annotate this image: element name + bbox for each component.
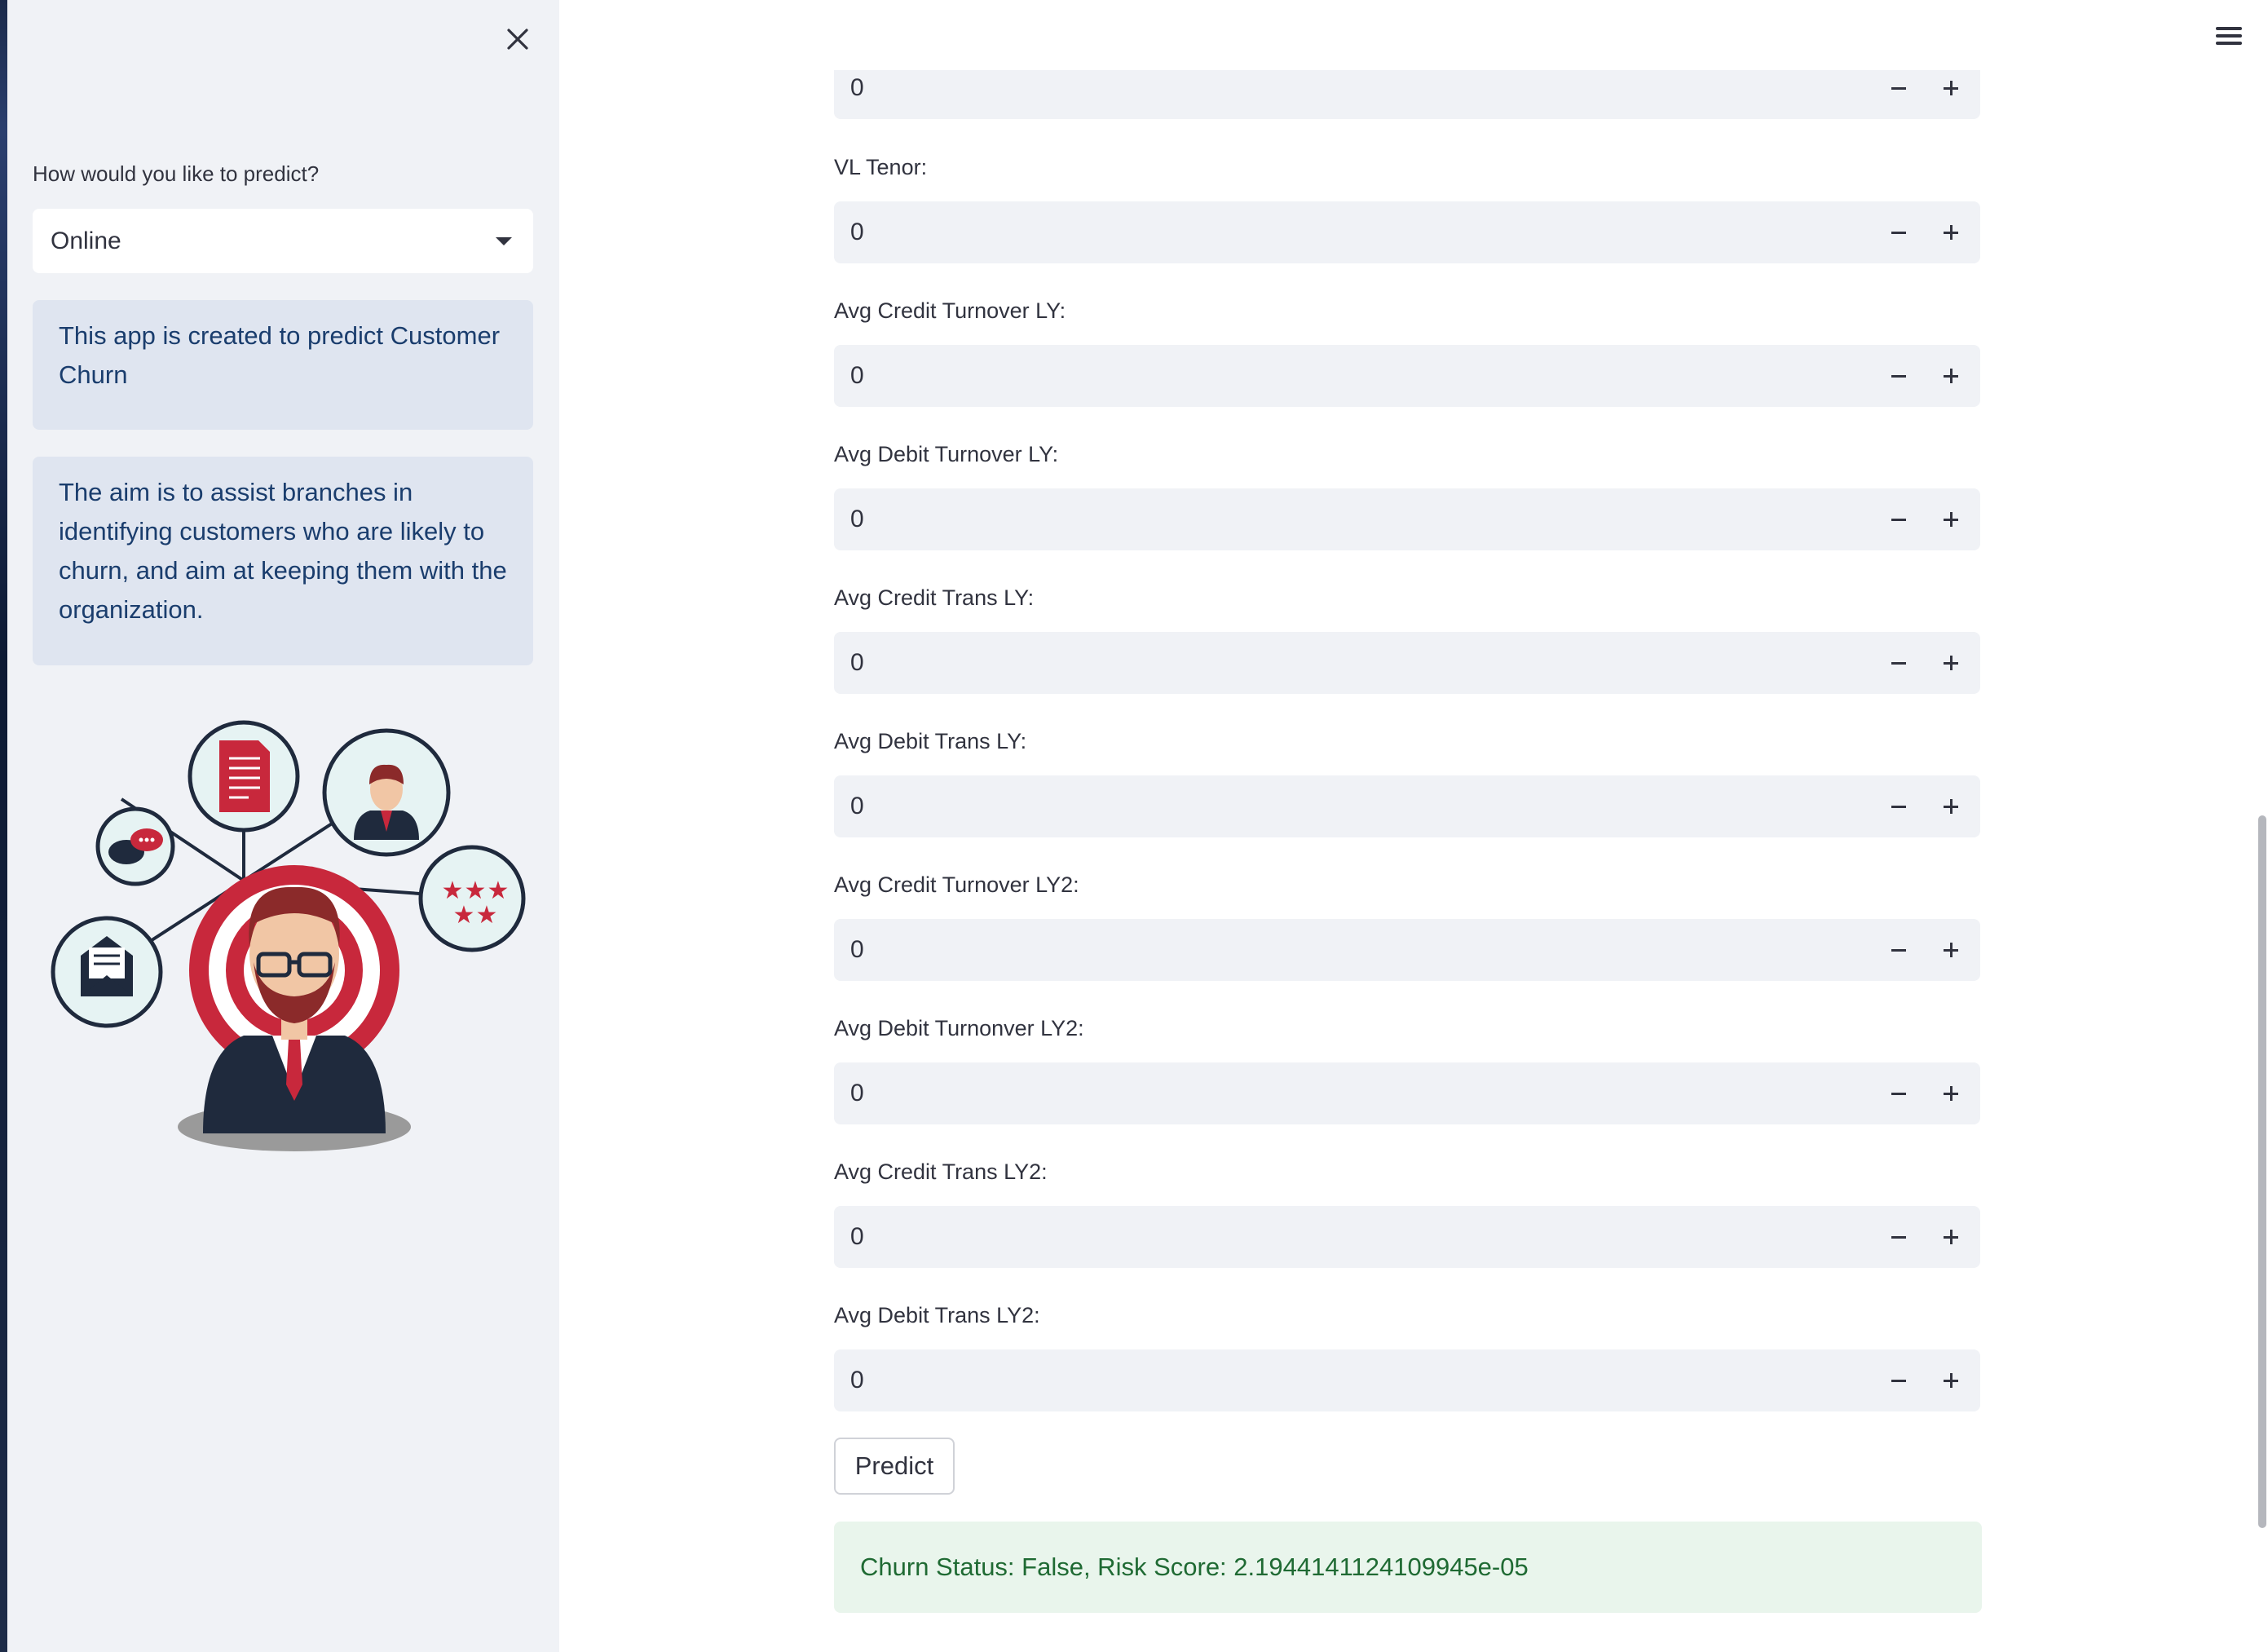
decrement-button[interactable] xyxy=(1876,775,1922,837)
number-input-value: 0 xyxy=(850,362,864,389)
number-input-avg-debit-trans-ly2[interactable]: 0 xyxy=(834,1349,1980,1411)
field-label-avg-debit-trans-ly: Avg Debit Trans LY: xyxy=(834,729,1027,753)
info-text-purpose: This app is created to predict Customer … xyxy=(59,321,501,389)
increment-button[interactable] xyxy=(1928,632,1974,694)
predict-mode-value: Online xyxy=(51,227,121,254)
increment-button[interactable] xyxy=(1928,1206,1974,1268)
predict-mode-label: How would you like to predict? xyxy=(33,161,320,186)
customer-target-illustration: ★ ★ ★ ★ ★ xyxy=(51,720,526,1151)
number-input-value: 0 xyxy=(850,649,864,676)
decrement-button[interactable] xyxy=(1876,488,1922,550)
number-input-value: 0 xyxy=(850,1223,864,1250)
info-box-aim: The aim is to assist branches in identif… xyxy=(33,457,533,665)
increment-button[interactable] xyxy=(1928,775,1974,837)
number-input-value: 0 xyxy=(850,1080,864,1106)
field-label-avg-debit-trans-ly2: Avg Debit Trans LY2: xyxy=(834,1303,1040,1327)
info-text-aim: The aim is to assist branches in identif… xyxy=(59,478,507,624)
close-icon[interactable] xyxy=(501,23,534,55)
decrement-button[interactable] xyxy=(1876,70,1922,119)
number-input-avg-credit-turnover-ly[interactable]: 0 xyxy=(834,345,1980,407)
chevron-down-icon xyxy=(496,237,512,245)
svg-text:★: ★ xyxy=(453,901,475,930)
svg-text:★: ★ xyxy=(476,901,498,930)
number-input-avg-debit-trans-ly[interactable]: 0 xyxy=(834,775,1980,837)
decrement-button[interactable] xyxy=(1876,345,1922,407)
field-label-avg-debit-turnover-ly2: Avg Debit Turnonver LY2: xyxy=(834,1016,1084,1040)
predict-mode-select[interactable]: Online xyxy=(33,209,533,273)
hamburger-menu-icon[interactable] xyxy=(2213,23,2245,52)
field-label-avg-credit-turnover-ly: Avg Credit Turnover LY: xyxy=(834,298,1066,323)
number-input-value: 0 xyxy=(850,793,864,819)
decrement-button[interactable] xyxy=(1876,1349,1922,1411)
increment-button[interactable] xyxy=(1928,1349,1974,1411)
number-input-top[interactable]: 0 xyxy=(834,70,1980,119)
number-input-avg-debit-turnover-ly2[interactable]: 0 xyxy=(834,1062,1980,1124)
increment-button[interactable] xyxy=(1928,488,1974,550)
number-input-vl-tenor[interactable]: 0 xyxy=(834,201,1980,263)
number-input-avg-credit-turnover-ly2[interactable]: 0 xyxy=(834,919,1980,981)
scrollbar-thumb[interactable] xyxy=(2258,815,2266,1528)
number-input-avg-credit-trans-ly2[interactable]: 0 xyxy=(834,1206,1980,1268)
field-label-avg-debit-turnover-ly: Avg Debit Turnover LY: xyxy=(834,442,1059,466)
field-label-vl-tenor: VL Tenor: xyxy=(834,155,928,179)
field-label-avg-credit-trans-ly: Avg Credit Trans LY: xyxy=(834,585,1035,610)
field-label-avg-credit-trans-ly2: Avg Credit Trans LY2: xyxy=(834,1159,1048,1184)
field-label-avg-credit-turnover-ly2: Avg Credit Turnover LY2: xyxy=(834,872,1079,897)
increment-button[interactable] xyxy=(1928,1062,1974,1124)
number-input-value: 0 xyxy=(850,1367,864,1394)
desktop-edge xyxy=(0,0,7,1652)
increment-button[interactable] xyxy=(1928,919,1974,981)
prediction-result-text: Churn Status: False, Risk Score: 2.19441… xyxy=(860,1553,1529,1581)
increment-button[interactable] xyxy=(1928,345,1974,407)
info-box-purpose: This app is created to predict Customer … xyxy=(33,300,533,430)
number-input-avg-credit-trans-ly[interactable]: 0 xyxy=(834,632,1980,694)
prediction-result-alert: Churn Status: False, Risk Score: 2.19441… xyxy=(834,1522,1982,1613)
number-input-value: 0 xyxy=(850,506,864,532)
number-input-value: 0 xyxy=(850,936,864,963)
increment-button[interactable] xyxy=(1928,201,1974,263)
decrement-button[interactable] xyxy=(1876,919,1922,981)
increment-button[interactable] xyxy=(1928,70,1974,119)
decrement-button[interactable] xyxy=(1876,1206,1922,1268)
decrement-button[interactable] xyxy=(1876,1062,1922,1124)
decrement-button[interactable] xyxy=(1876,632,1922,694)
number-input-value: 0 xyxy=(850,219,864,245)
number-input-value: 0 xyxy=(850,74,864,101)
decrement-button[interactable] xyxy=(1876,201,1922,263)
sidebar: How would you like to predict? Online Th… xyxy=(7,0,559,1652)
number-input-avg-debit-turnover-ly[interactable]: 0 xyxy=(834,488,1980,550)
predict-button[interactable]: Predict xyxy=(834,1438,955,1495)
